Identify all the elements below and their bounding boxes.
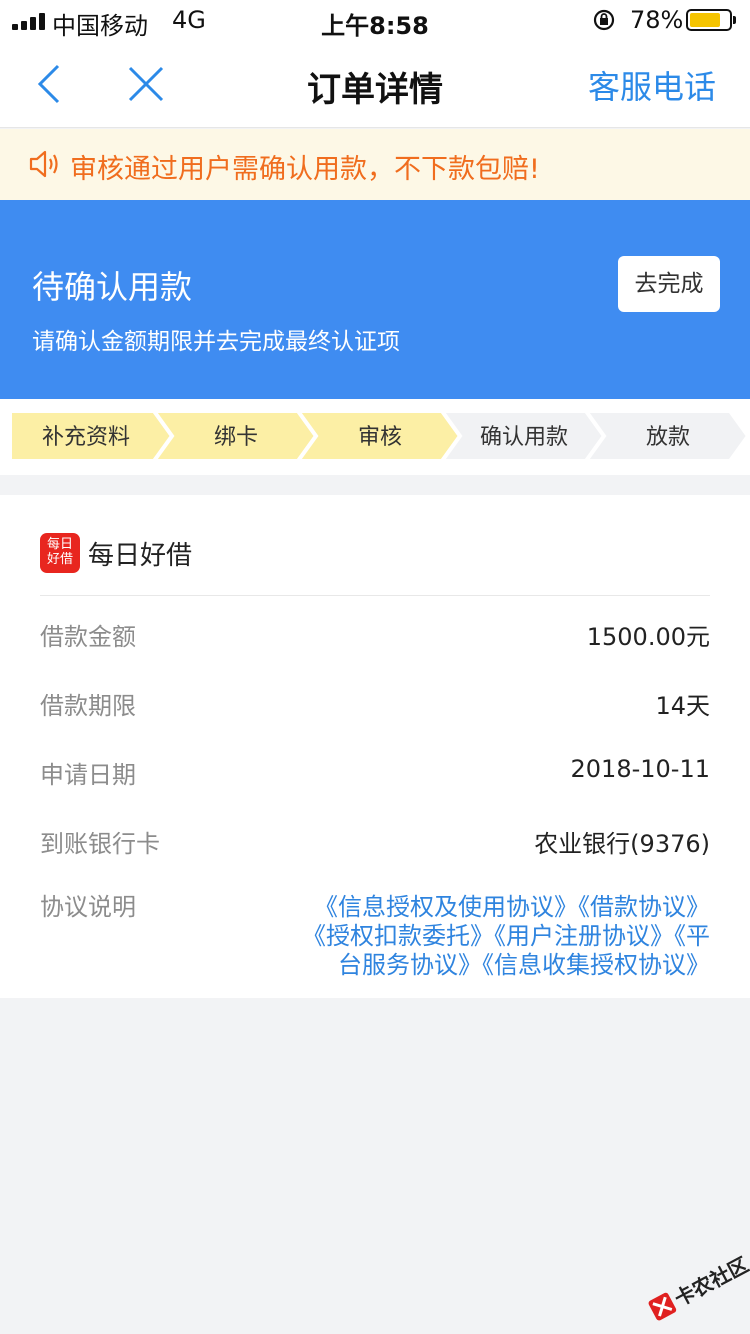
progress-step: 放款 [582,409,750,463]
loan-info-card: 每日 好借 每日好借 借款金额 1500.00元 借款期限 14天 申请日期 2… [0,495,750,998]
progress-step: 确认用款 [438,409,607,463]
navigation-bar: 订单详情 客服电话 [0,40,750,128]
lender-logo: 每日 好借 [40,533,80,573]
progress-steps: 补充资料 绑卡 审核 确认用款 放款 [0,399,750,475]
notice-banner: 审核通过用户需确认用款，不下款包赔! [0,129,750,200]
info-label: 借款期限 [40,692,136,720]
speaker-icon [29,150,58,178]
status-bar: 中国移动 4G 上午8:58 78% [0,0,750,40]
info-value: 14天 [655,692,710,720]
battery-percentage: 78% [630,6,684,34]
battery-icon [686,9,736,31]
info-row-date: 申请日期 2018-10-11 [40,755,710,791]
step-label: 审核 [358,425,402,450]
watermark-logo: 卡农社区 [648,1252,750,1321]
agreements-section: 协议说明 《信息授权及使用协议》《借款协议》 《授权扣款委托》《用户注册协议》《… [40,893,710,980]
progress-step: 绑卡 [150,409,319,463]
step-label: 补充资料 [42,425,130,450]
info-row-term: 借款期限 14天 [40,686,710,722]
customer-service-button[interactable]: 客服电话 [588,62,716,108]
progress-step: 审核 [294,409,463,463]
status-subtext: 请确认金额期限并去完成最终认证项 [32,329,400,355]
svg-text:卡农社区: 卡农社区 [670,1252,750,1311]
order-status-card: 待确认用款 请确认金额期限并去完成最终认证项 去完成 [0,200,750,399]
divider [40,595,710,596]
lender-name: 每日好借 [88,540,193,571]
step-label: 放款 [646,425,690,450]
step-label: 确认用款 [480,425,568,450]
step-label: 绑卡 [214,425,258,450]
info-label: 到账银行卡 [40,830,160,858]
agreement-links-line[interactable]: 台服务协议》《信息收集授权协议》 [240,951,710,980]
agreement-links-line[interactable]: 《授权扣款委托》《用户注册协议》《平 [240,922,710,951]
complete-button[interactable]: 去完成 [618,256,720,312]
status-headline: 待确认用款 [32,268,193,306]
agreements-label: 协议说明 [40,893,136,921]
notice-text: 审核通过用户需确认用款，不下款包赔! [70,154,540,185]
info-row-amount: 借款金额 1500.00元 [40,617,710,653]
info-value: 2018-10-11 [570,755,710,783]
agreement-links-line[interactable]: 《信息授权及使用协议》《借款协议》 [240,893,710,922]
info-row-bank-card: 到账银行卡 农业银行(9376) [40,824,710,860]
info-value: 1500.00元 [586,623,710,651]
rotation-lock-icon [593,9,615,31]
progress-step: 补充资料 [8,409,175,463]
progress-steps-graphic: 补充资料 绑卡 审核 确认用款 放款 [8,409,750,463]
info-value: 农业银行(9376) [534,830,710,858]
info-label: 借款金额 [40,623,136,651]
info-label: 申请日期 [40,761,136,789]
lender-brand: 每日 好借 每日好借 [40,533,192,573]
